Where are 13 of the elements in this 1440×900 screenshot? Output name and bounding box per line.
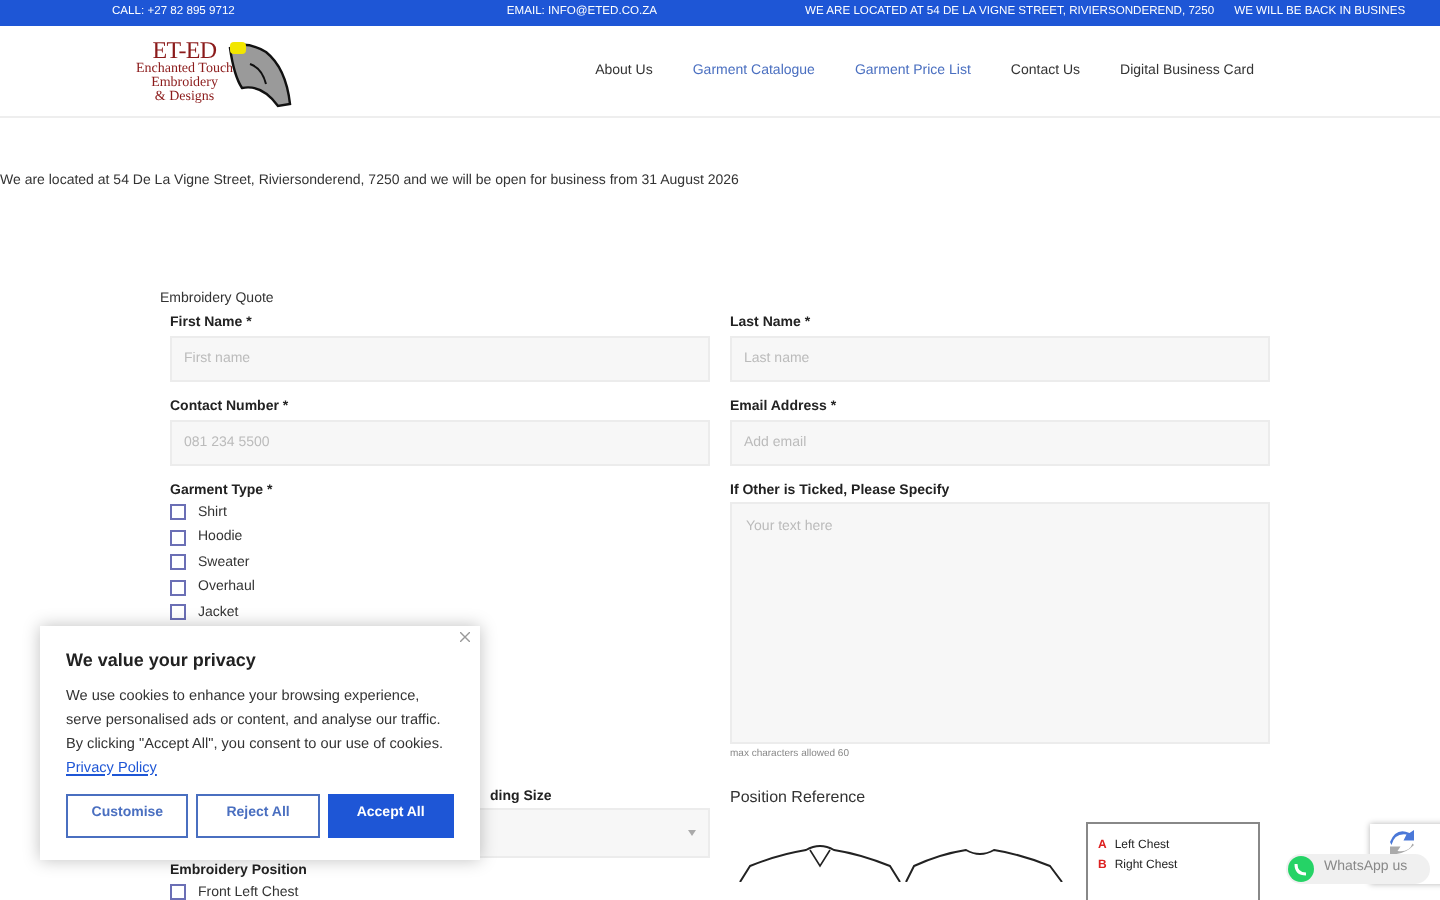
chat-bubble-icon bbox=[1288, 856, 1314, 882]
cookie-title: We value your privacy bbox=[66, 648, 256, 674]
checkbox[interactable] bbox=[170, 529, 186, 546]
caret-icon bbox=[688, 830, 696, 836]
close-icon[interactable] bbox=[460, 632, 470, 642]
checkbox[interactable] bbox=[170, 554, 186, 571]
checkbox[interactable] bbox=[170, 884, 186, 900]
checkbox[interactable] bbox=[170, 604, 186, 621]
recaptcha-icon bbox=[1388, 830, 1416, 854]
logo-title: ET-ED bbox=[152, 38, 217, 62]
checkbox[interactable] bbox=[170, 504, 186, 521]
section-title: Position Reference bbox=[730, 788, 866, 806]
checkbox[interactable] bbox=[170, 579, 186, 596]
